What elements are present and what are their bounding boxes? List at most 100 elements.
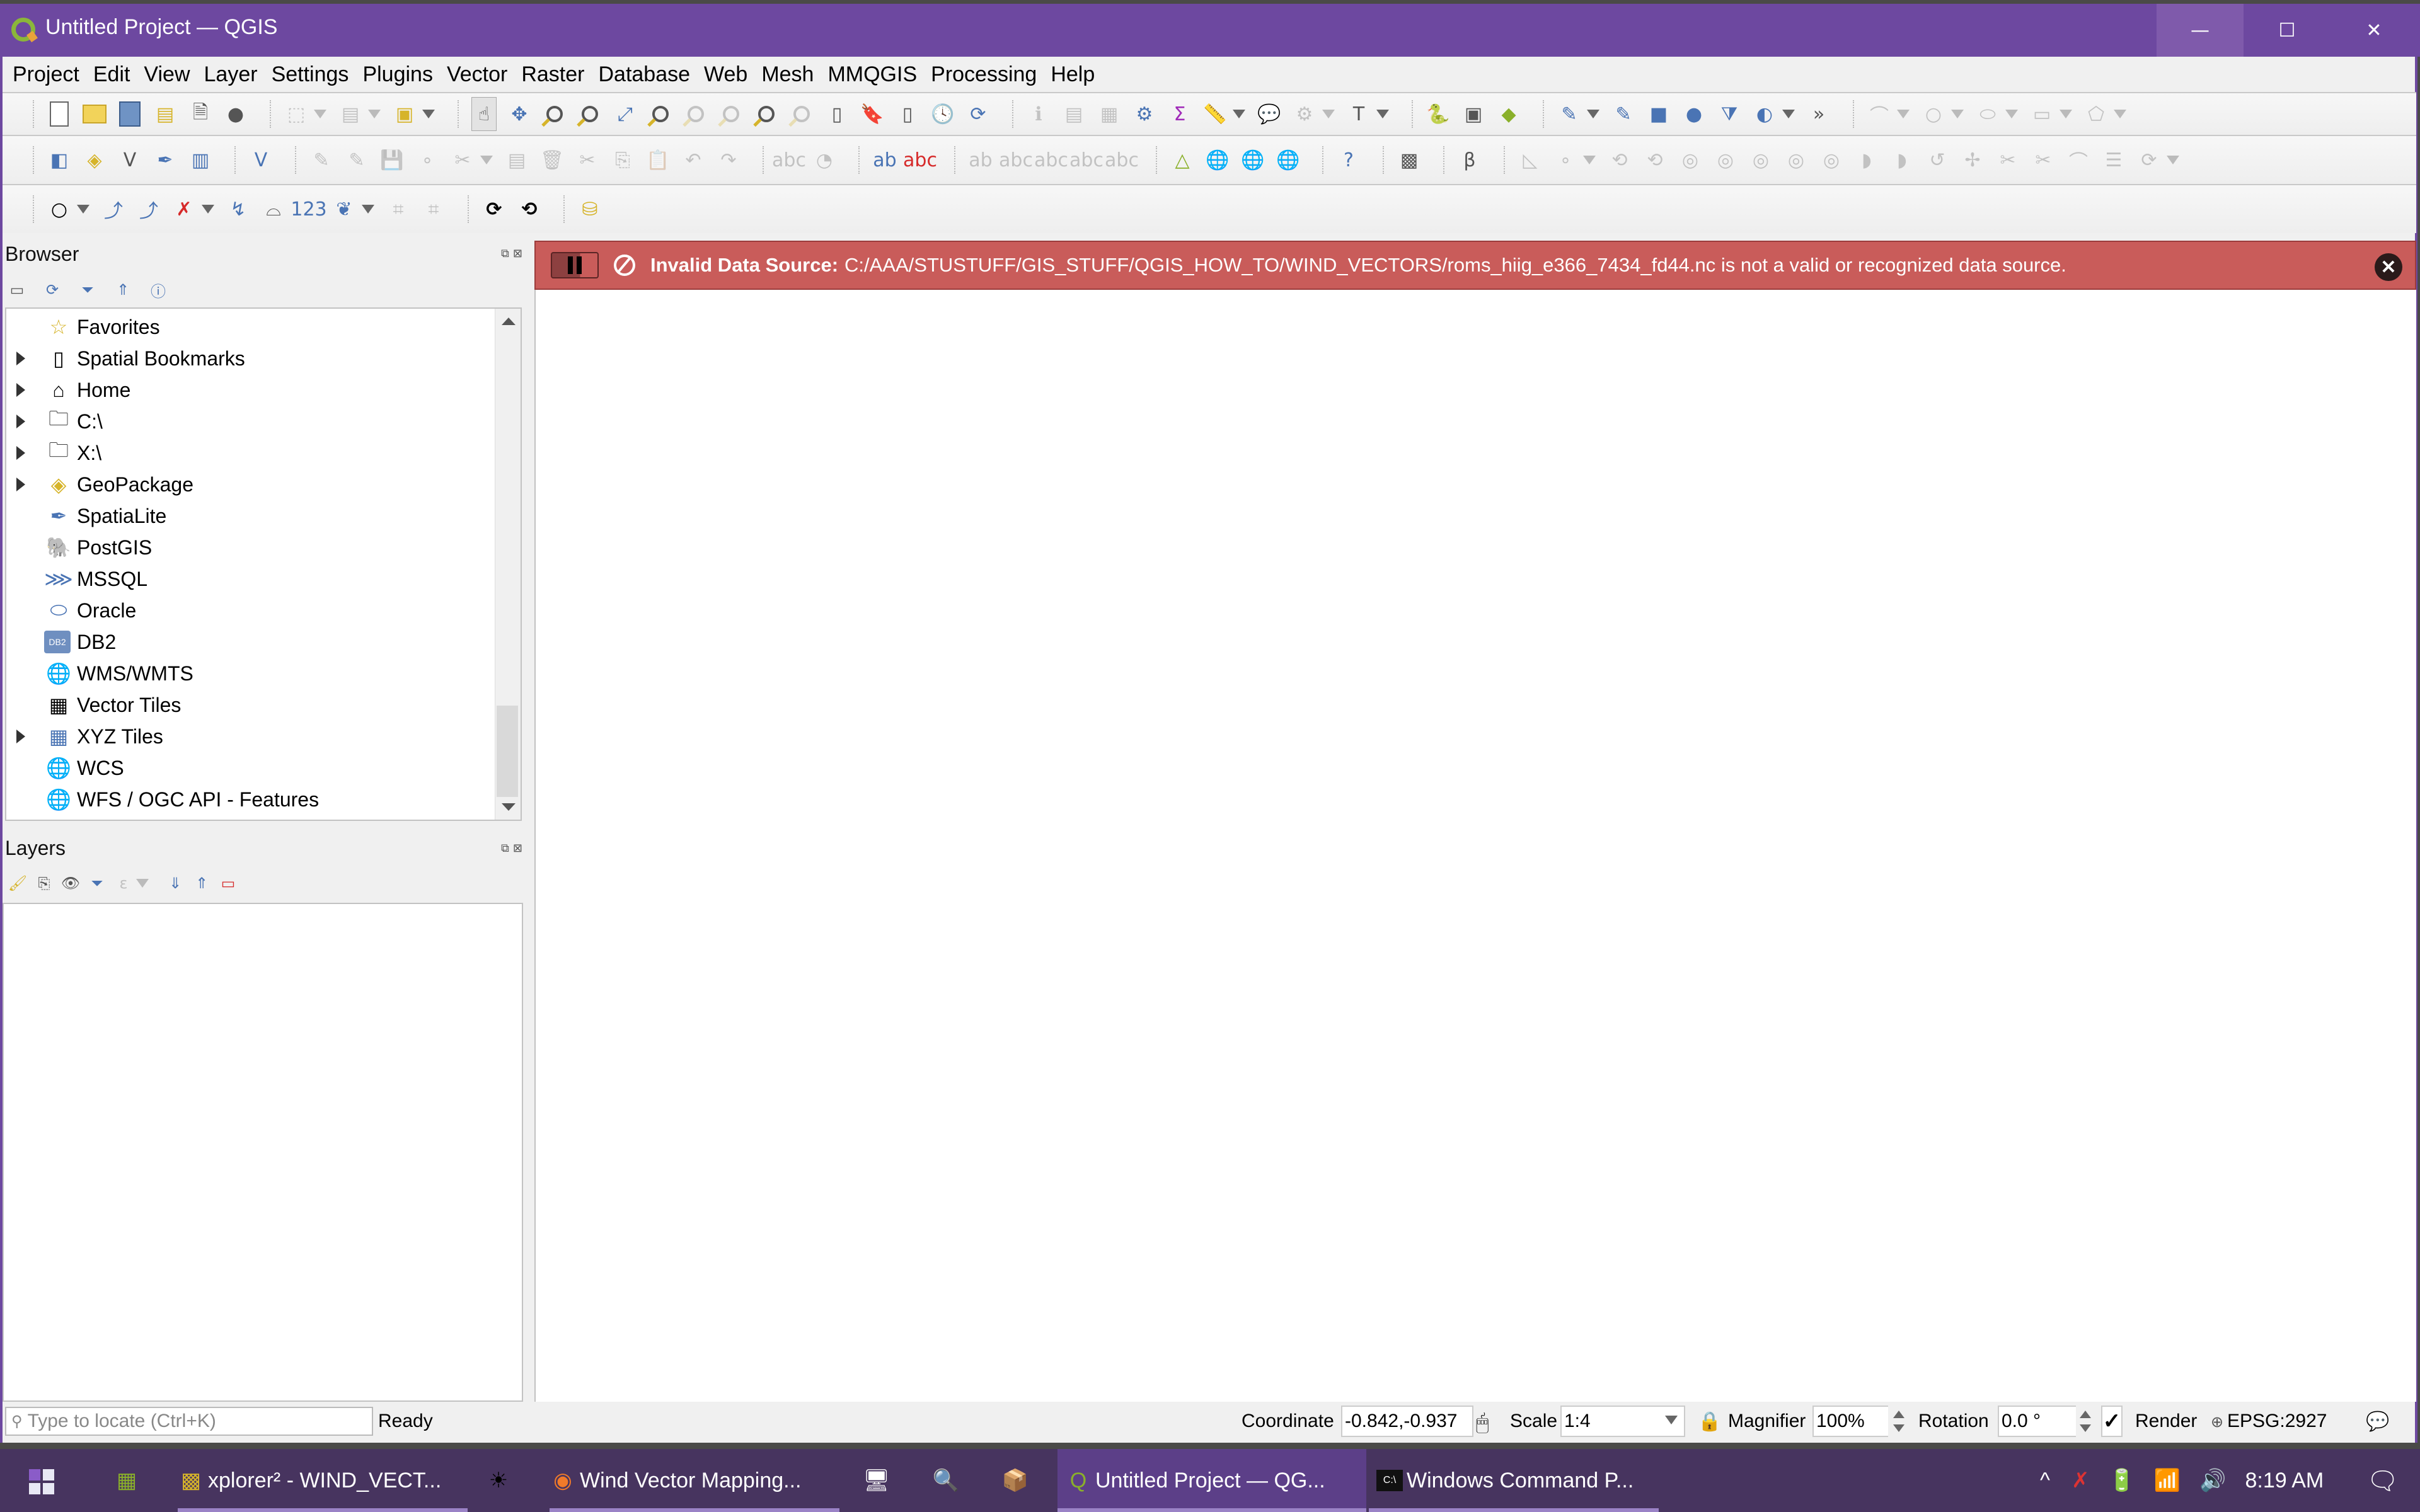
pan-to-selection-icon[interactable]: ✥ [507, 100, 532, 128]
refresh-browser-icon[interactable]: ⟳ [44, 276, 60, 304]
identify-features-icon[interactable]: ℹ [1026, 100, 1051, 128]
locator-search-input[interactable]: ⚲ Type to locate (Ctrl+K) [5, 1407, 373, 1436]
digitize-point-icon[interactable]: ✎ [1557, 100, 1582, 128]
layout-manager-icon[interactable]: 🗎 [188, 100, 213, 128]
layers-tree[interactable] [3, 903, 523, 1402]
lock-scale-icon[interactable]: 🔒 [1698, 1411, 1721, 1433]
render-checkbox[interactable]: ✓ [2101, 1406, 2123, 1437]
statistics-sigma-icon[interactable]: Σ [1167, 100, 1192, 128]
trim-extend-icon[interactable]: ✢ [1960, 146, 1985, 174]
expand-arrow-icon[interactable] [16, 352, 25, 365]
menu-project[interactable]: Project [13, 62, 79, 87]
merge-features-icon[interactable]: ⌒ [2066, 146, 2091, 174]
advanced-digitizing-icon[interactable]: ◺ [1518, 146, 1543, 174]
statistical-summary-icon[interactable]: ▦ [1097, 100, 1122, 128]
add-ellipse-icon[interactable]: ⬭ [1975, 100, 2000, 128]
menu-help[interactable]: Help [1051, 62, 1095, 87]
reshape-features-icon[interactable]: ◗ [1854, 146, 1879, 174]
messages-icon[interactable]: 💬 [2366, 1411, 2389, 1433]
open-project-icon[interactable] [82, 100, 107, 128]
expand-arrow-icon[interactable] [16, 383, 25, 397]
coordinate-field[interactable]: -0.842,-0.937 [1341, 1406, 1473, 1437]
add-point-feature-icon[interactable]: ∘ [415, 146, 440, 174]
delete-part-icon[interactable]: ◎ [1819, 146, 1844, 174]
raster-texture-icon[interactable]: ▩ [1397, 146, 1422, 174]
new-shapefile-layer-icon[interactable]: V [117, 146, 142, 174]
delete-ring-icon[interactable]: ◎ [1783, 146, 1809, 174]
filter-by-expression-icon[interactable]: ε [115, 869, 132, 897]
close-panel-icon[interactable]: ⊠ [513, 842, 526, 855]
clock[interactable]: 8:19 AM [2245, 1469, 2324, 1493]
digitize-rectangle-icon[interactable]: ■ [1646, 100, 1671, 128]
move-label-icon[interactable]: abc [1034, 146, 1068, 174]
undo-icon[interactable]: ↶ [681, 146, 706, 174]
map-tips-icon[interactable]: 💬 [1257, 100, 1282, 128]
expand-arrow-icon[interactable] [16, 415, 25, 428]
expand-arrow-icon[interactable] [16, 478, 25, 491]
menu-database[interactable]: Database [598, 62, 690, 87]
filter-browser-icon[interactable]: ⏷ [79, 276, 96, 304]
wifi-icon[interactable]: 📶 [2154, 1468, 2181, 1493]
split-features-icon[interactable]: ✂ [1995, 146, 2020, 174]
layer-labeling-options-icon[interactable]: abc [772, 146, 806, 174]
add-ring-icon[interactable]: ◎ [1678, 146, 1703, 174]
collapse-all-icon[interactable]: ⇑ [115, 276, 131, 304]
scrollbar-thumb[interactable] [497, 706, 518, 797]
temporal-controller-icon[interactable]: 🕓 [930, 100, 955, 128]
new-temporary-layer-icon[interactable]: ▥ [188, 146, 213, 174]
zoom-next-icon[interactable] [789, 100, 814, 128]
crs-button[interactable]: EPSG:2927 [2227, 1411, 2327, 1432]
add-part-icon[interactable]: ◎ [1713, 146, 1738, 174]
start-icon[interactable] [29, 1469, 57, 1497]
toolbar-overflow-icon[interactable]: » [1806, 100, 1831, 128]
minimize-button[interactable]: — [2157, 4, 2244, 57]
zoom-out-icon[interactable] [577, 100, 602, 128]
add-circle-icon[interactable]: ○ [1921, 100, 1946, 128]
help-icon[interactable]: ? [1336, 146, 1361, 174]
taskbar-firefox[interactable]: ◉ Wind Vector Mapping... [550, 1449, 839, 1512]
scroll-down-arrow-icon[interactable] [502, 803, 516, 811]
menu-layer[interactable]: Layer [204, 62, 258, 87]
properties-info-icon[interactable]: ⓘ [150, 276, 166, 304]
reverse-line-icon[interactable]: ↺ [1925, 146, 1950, 174]
image-viewer-icon[interactable]: ▣ [1461, 100, 1486, 128]
search-web-icon[interactable]: 🌐 [1240, 146, 1265, 174]
save-layer-edits-icon[interactable]: 💾 [379, 146, 405, 174]
metasearch-icon[interactable]: 🌐 [1205, 146, 1230, 174]
new-bookmark-icon[interactable]: 🔖 [860, 100, 885, 128]
battery-icon[interactable]: 🔋 [2108, 1468, 2135, 1493]
open-attribute-table-icon[interactable]: ▤ [1061, 100, 1086, 128]
show-bookmarks-icon[interactable]: ▯ [895, 100, 920, 128]
rotate-point-symbols-icon[interactable]: ⟳ [2136, 146, 2162, 174]
db-manager-icon[interactable]: ⛁ [577, 195, 602, 223]
maximize-button[interactable]: ☐ [2244, 4, 2331, 57]
menu-plugins[interactable]: Plugins [362, 62, 433, 87]
delete-vertex-icon[interactable]: ✗ [171, 195, 197, 223]
split-line-icon[interactable]: ↯ [226, 195, 251, 223]
close-message-button[interactable]: ✕ [2375, 253, 2402, 281]
rotate-label-icon[interactable]: abc [1069, 146, 1103, 174]
scale-combobox[interactable]: 1:4 [1560, 1406, 1685, 1437]
add-rectangle-icon[interactable]: ▭ [2029, 100, 2054, 128]
new-map-view-icon[interactable]: ▯ [824, 100, 850, 128]
rotate-counterclockwise-icon[interactable]: ⟲ [517, 195, 542, 223]
taskbar-search-globe[interactable]: 🔍 [933, 1449, 963, 1512]
current-edits-icon[interactable]: ✎ [309, 146, 334, 174]
menu-view[interactable]: View [144, 62, 190, 87]
text-annotation-icon[interactable]: T [1346, 100, 1371, 128]
pause-timer-button[interactable] [551, 252, 599, 278]
float-panel-icon[interactable]: ⧉ [501, 842, 513, 855]
add-regular-polygon-icon[interactable]: ⬠ [2083, 100, 2109, 128]
change-label-icon[interactable]: abc [1105, 146, 1139, 174]
menu-web[interactable]: Web [704, 62, 747, 87]
rotation-field[interactable]: 0.0 ° [1998, 1406, 2076, 1437]
zoom-native-resolution-icon[interactable] [718, 100, 744, 128]
select-features-icon[interactable]: ⬚ [284, 100, 309, 128]
zoom-to-selection-icon[interactable] [648, 100, 673, 128]
copy-features-icon[interactable]: ⎘ [610, 146, 635, 174]
menu-mmqgis[interactable]: MMQGIS [827, 62, 917, 87]
taskbar-package[interactable]: 📦 [1002, 1449, 1032, 1512]
menu-raster[interactable]: Raster [521, 62, 584, 87]
add-selected-layers-icon[interactable]: ▭ [9, 276, 25, 304]
style-manager-icon[interactable]: ● [223, 100, 248, 128]
